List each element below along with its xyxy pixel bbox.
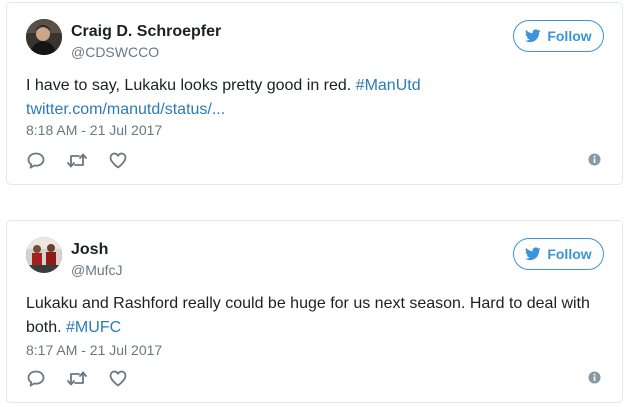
follow-button[interactable]: Follow — [513, 20, 604, 52]
retweet-icon[interactable] — [67, 151, 87, 169]
info-icon[interactable] — [588, 371, 601, 384]
author-name[interactable]: Craig D. Schroepfer — [71, 23, 221, 41]
tweet-text-body: I have to say, Lukaku looks pretty good … — [26, 77, 356, 94]
twitter-bird-icon — [525, 29, 542, 43]
follow-label: Follow — [547, 246, 592, 262]
tweet-timestamp[interactable]: 8:18 AM - 21 Jul 2017 — [26, 122, 162, 138]
hashtag-link[interactable]: #ManUtd — [356, 77, 421, 94]
tweet-url-link[interactable]: twitter.com/manutd/status/... — [26, 101, 225, 118]
author-handle[interactable]: @MufcJ — [71, 262, 123, 278]
heart-icon[interactable] — [108, 369, 128, 387]
tweet-card: Josh @MufcJ Follow Lukaku and Rashford r… — [6, 220, 623, 403]
tweet-timestamp[interactable]: 8:17 AM - 21 Jul 2017 — [26, 342, 162, 358]
reply-icon[interactable] — [26, 369, 46, 387]
follow-label: Follow — [547, 28, 592, 44]
hashtag-link[interactable]: #MUFC — [66, 319, 121, 336]
author-handle[interactable]: @CDSWCCO — [71, 44, 159, 60]
tweet-embeds-page: Craig D. Schroepfer @CDSWCCO Follow I ha… — [0, 0, 628, 407]
heart-icon[interactable] — [108, 151, 128, 169]
info-icon[interactable] — [588, 153, 601, 166]
follow-button[interactable]: Follow — [513, 238, 604, 270]
tweet-actions — [26, 369, 128, 387]
avatar[interactable] — [26, 19, 62, 55]
author-name[interactable]: Josh — [71, 241, 108, 259]
avatar[interactable] — [26, 237, 62, 273]
tweet-text: Lukaku and Rashford really could be huge… — [26, 292, 606, 340]
reply-icon[interactable] — [26, 151, 46, 169]
retweet-icon[interactable] — [67, 369, 87, 387]
twitter-bird-icon — [525, 247, 542, 261]
tweet-card: Craig D. Schroepfer @CDSWCCO Follow I ha… — [6, 2, 623, 185]
tweet-actions — [26, 151, 128, 169]
tweet-text: I have to say, Lukaku looks pretty good … — [26, 74, 606, 122]
